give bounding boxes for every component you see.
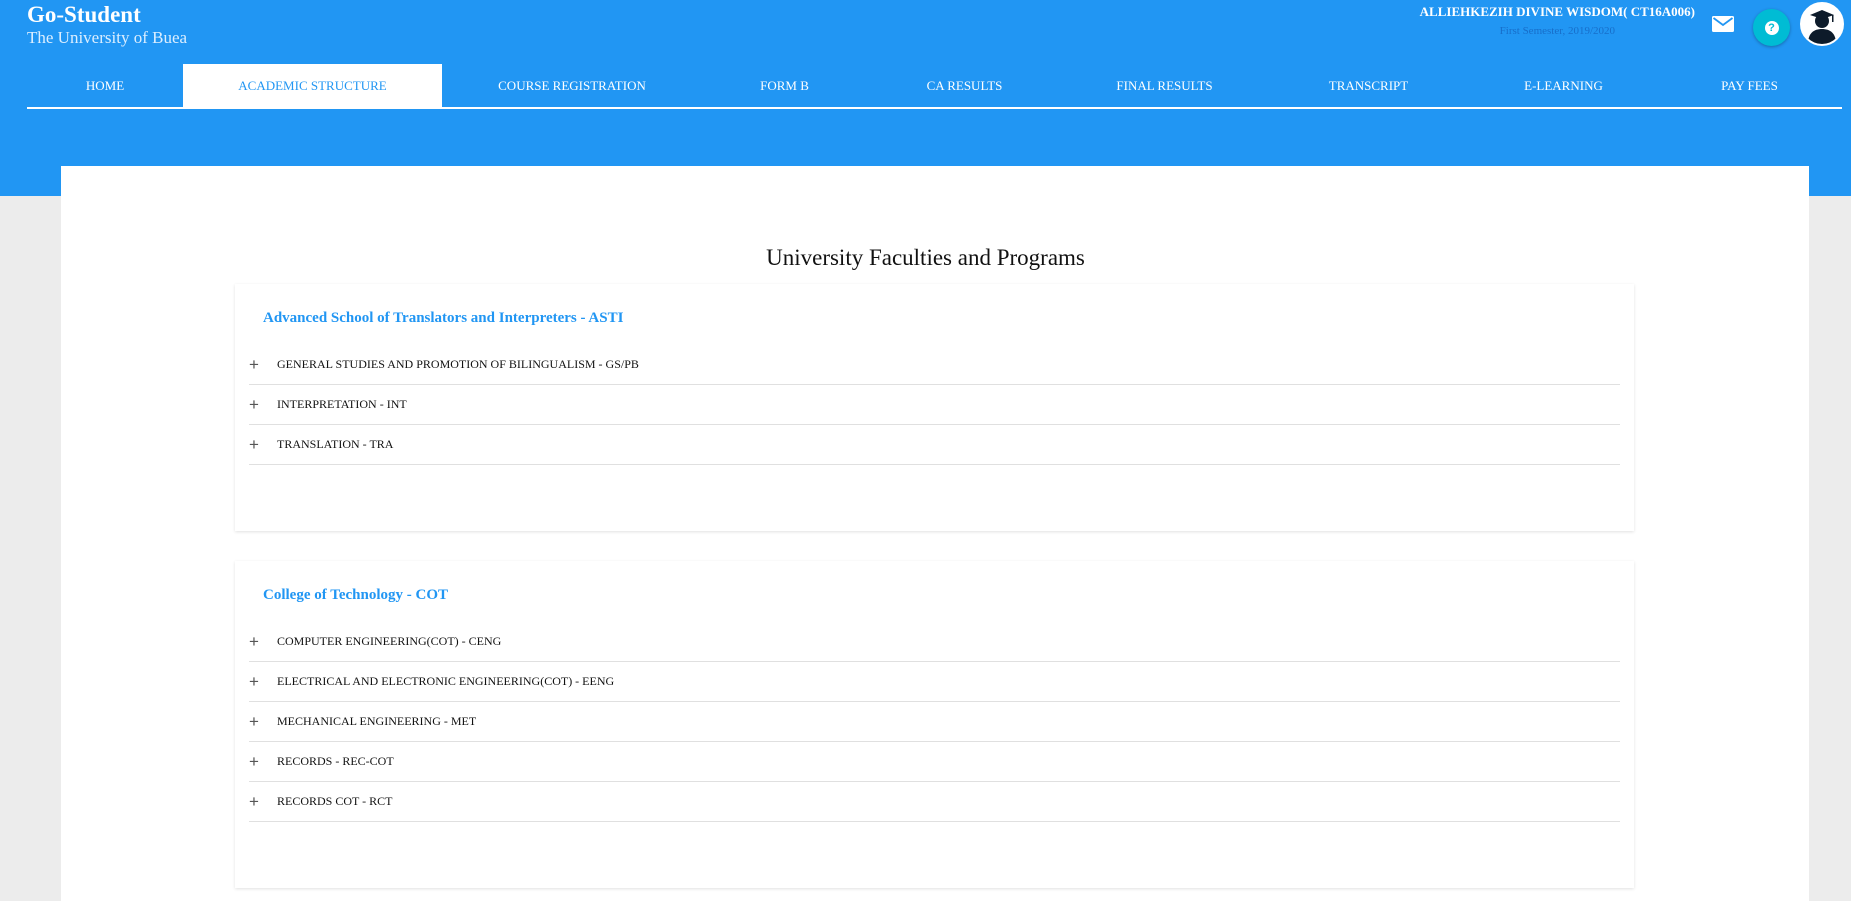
expand-icon[interactable]: + [249, 672, 263, 692]
expand-icon[interactable]: + [249, 752, 263, 772]
department-row[interactable]: + MECHANICAL ENGINEERING - MET [249, 702, 1620, 742]
department-row[interactable]: + GENERAL STUDIES AND PROMOTION OF BILIN… [249, 345, 1620, 385]
nav-form-b[interactable]: FORM B [702, 64, 867, 107]
department-label: ELECTRICAL AND ELECTRONIC ENGINEERING(CO… [277, 674, 615, 688]
user-name: ALLIEHKEZIH DIVINE WISDOM( CT16A006) [1419, 4, 1695, 19]
page-title: University Faculties and Programs [766, 245, 1085, 270]
department-row[interactable]: + TRANSLATION - TRA [249, 425, 1620, 465]
nav-pay-fees[interactable]: PAY FEES [1657, 64, 1842, 107]
department-label: GENERAL STUDIES AND PROMOTION OF BILINGU… [277, 357, 639, 371]
semester-label: First Semester, 2019/2020 [1499, 25, 1616, 37]
university-name: The University of Buea [27, 28, 188, 47]
help-button[interactable]: ? [1753, 9, 1790, 46]
graduate-avatar-icon [1802, 4, 1842, 44]
nav-home[interactable]: HOME [27, 64, 183, 107]
faculty-title: Advanced School of Translators and Inter… [263, 310, 624, 326]
faculty-card-cot: College of Technology - COT + COMPUTER E… [235, 561, 1634, 888]
expand-icon[interactable]: + [249, 792, 263, 812]
department-row[interactable]: + COMPUTER ENGINEERING(COT) - CENG [249, 622, 1620, 662]
nav-course-registration[interactable]: COURSE REGISTRATION [442, 64, 702, 107]
user-info: ALLIEHKEZIH DIVINE WISDOM( CT16A006) Fir… [1420, 4, 1695, 39]
main-nav: HOME ACADEMIC STRUCTURE COURSE REGISTRAT… [27, 64, 1842, 109]
department-list: + GENERAL STUDIES AND PROMOTION OF BILIN… [249, 345, 1620, 465]
nav-e-learning[interactable]: E-LEARNING [1470, 64, 1657, 107]
department-row[interactable]: + INTERPRETATION - INT [249, 385, 1620, 425]
brand: Go-Student The University of Buea [27, 2, 187, 48]
nav-ca-results[interactable]: CA RESULTS [867, 64, 1062, 107]
app-title[interactable]: Go-Student [27, 2, 187, 28]
department-row[interactable]: + ELECTRICAL AND ELECTRONIC ENGINEERING(… [249, 662, 1620, 702]
expand-icon[interactable]: + [249, 395, 263, 415]
expand-icon[interactable]: + [249, 632, 263, 652]
faculty-card-asti: Advanced School of Translators and Inter… [235, 284, 1634, 531]
avatar[interactable] [1800, 2, 1844, 46]
department-label: INTERPRETATION - INT [277, 397, 407, 411]
expand-icon[interactable]: + [249, 712, 263, 732]
department-label: RECORDS COT - RCT [277, 794, 393, 808]
department-label: COMPUTER ENGINEERING(COT) - CENG [277, 634, 502, 648]
mail-icon[interactable] [1712, 16, 1734, 32]
department-label: RECORDS - REC-COT [277, 754, 394, 768]
department-list: + COMPUTER ENGINEERING(COT) - CENG + ELE… [249, 622, 1620, 822]
expand-icon[interactable]: + [249, 435, 263, 455]
expand-icon[interactable]: + [249, 355, 263, 375]
faculty-title: College of Technology - COT [263, 587, 449, 603]
department-row[interactable]: + RECORDS - REC-COT [249, 742, 1620, 782]
help-icon: ? [1764, 20, 1779, 35]
nav-transcript[interactable]: TRANSCRIPT [1267, 64, 1470, 107]
department-label: MECHANICAL ENGINEERING - MET [277, 714, 477, 728]
department-row[interactable]: + RECORDS COT - RCT [249, 782, 1620, 822]
nav-final-results[interactable]: FINAL RESULTS [1062, 64, 1267, 107]
department-label: TRANSLATION - TRA [277, 437, 394, 451]
nav-academic-structure[interactable]: ACADEMIC STRUCTURE [183, 64, 442, 107]
